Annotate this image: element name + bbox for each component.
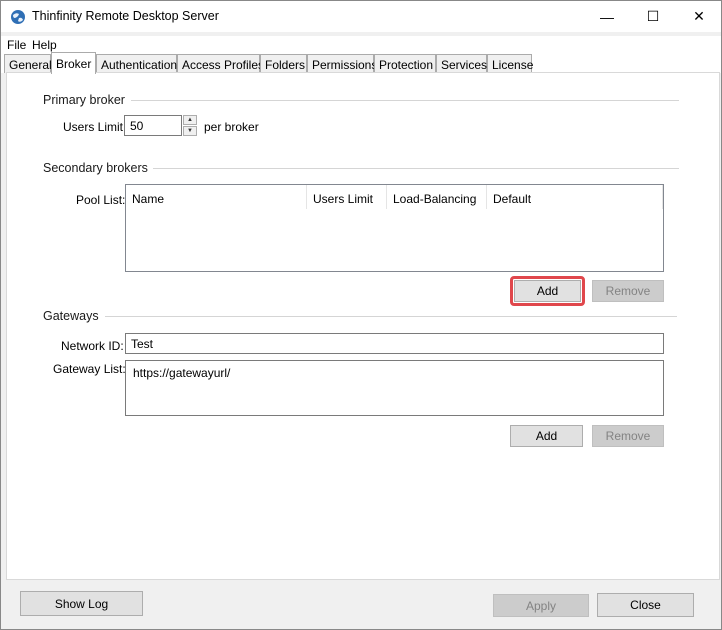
per-broker-label: per broker <box>204 120 259 134</box>
tab-strip: General Broker Authentication Access Pro… <box>1 52 721 74</box>
tab-license[interactable]: License <box>487 54 533 73</box>
close-button[interactable]: Close <box>597 593 694 617</box>
apply-button[interactable]: Apply <box>493 594 589 617</box>
tab-protection[interactable]: Protection <box>374 54 436 73</box>
column-header-default[interactable]: Default <box>487 185 663 209</box>
network-id-label: Network ID: <box>61 339 124 353</box>
column-header-load-balancing[interactable]: Load-Balancing <box>387 185 487 209</box>
secondary-brokers-heading: Secondary brokers <box>43 161 148 175</box>
spin-up-icon[interactable]: ▲ <box>183 115 197 125</box>
maximize-icon: ☐ <box>646 8 660 24</box>
tab-folders[interactable]: Folders <box>260 54 307 73</box>
add-broker-button[interactable]: Add <box>514 280 581 302</box>
primary-broker-heading: Primary broker <box>43 93 125 107</box>
add-gateway-button[interactable]: Add <box>510 425 583 447</box>
remove-broker-button[interactable]: Remove <box>592 280 664 302</box>
gateways-divider <box>105 316 677 317</box>
users-limit-label: Users Limit: <box>63 120 127 134</box>
thinfinity-globe-icon <box>11 10 25 24</box>
maximize-button[interactable]: ☐ <box>630 1 676 32</box>
pool-list[interactable]: Name Users Limit Load-Balancing Default <box>125 184 664 272</box>
users-limit-input[interactable]: 50 <box>124 115 182 136</box>
secondary-brokers-divider <box>153 168 679 169</box>
show-log-button[interactable]: Show Log <box>20 591 143 616</box>
window-title: Thinfinity Remote Desktop Server <box>32 9 219 23</box>
title-bar: Thinfinity Remote Desktop Server — ☐ ✕ <box>1 1 721 32</box>
remove-gateway-button[interactable]: Remove <box>592 425 664 447</box>
broker-tab-page: Primary broker Users Limit: 50 ▲ ▼ per b… <box>6 72 720 580</box>
tab-access-profiles[interactable]: Access Profiles <box>177 54 264 73</box>
tab-services[interactable]: Services <box>436 54 487 73</box>
menu-help[interactable]: Help <box>32 38 57 52</box>
primary-broker-divider <box>131 100 679 101</box>
column-header-users-limit[interactable]: Users Limit <box>307 185 387 209</box>
app-window: Thinfinity Remote Desktop Server — ☐ ✕ F… <box>0 0 722 630</box>
tab-permissions[interactable]: Permissions <box>307 54 377 73</box>
tab-authentication[interactable]: Authentication <box>96 54 177 73</box>
column-header-name[interactable]: Name <box>126 185 307 209</box>
network-id-input[interactable]: Test <box>125 333 664 354</box>
minimize-icon: — <box>600 8 614 25</box>
tab-general[interactable]: General <box>4 54 52 73</box>
close-icon: ✕ <box>693 8 705 24</box>
menu-file[interactable]: File <box>7 38 26 52</box>
pool-list-label: Pool List: <box>76 193 126 207</box>
gateways-heading: Gateways <box>43 309 99 323</box>
gateway-list-textarea[interactable]: https://gatewayurl/ <box>125 360 664 416</box>
close-window-button[interactable]: ✕ <box>676 1 722 32</box>
spin-down-icon[interactable]: ▼ <box>183 126 197 136</box>
minimize-button[interactable]: — <box>584 1 630 32</box>
tab-broker[interactable]: Broker <box>51 52 96 74</box>
gateway-list-label: Gateway List: <box>53 362 126 376</box>
